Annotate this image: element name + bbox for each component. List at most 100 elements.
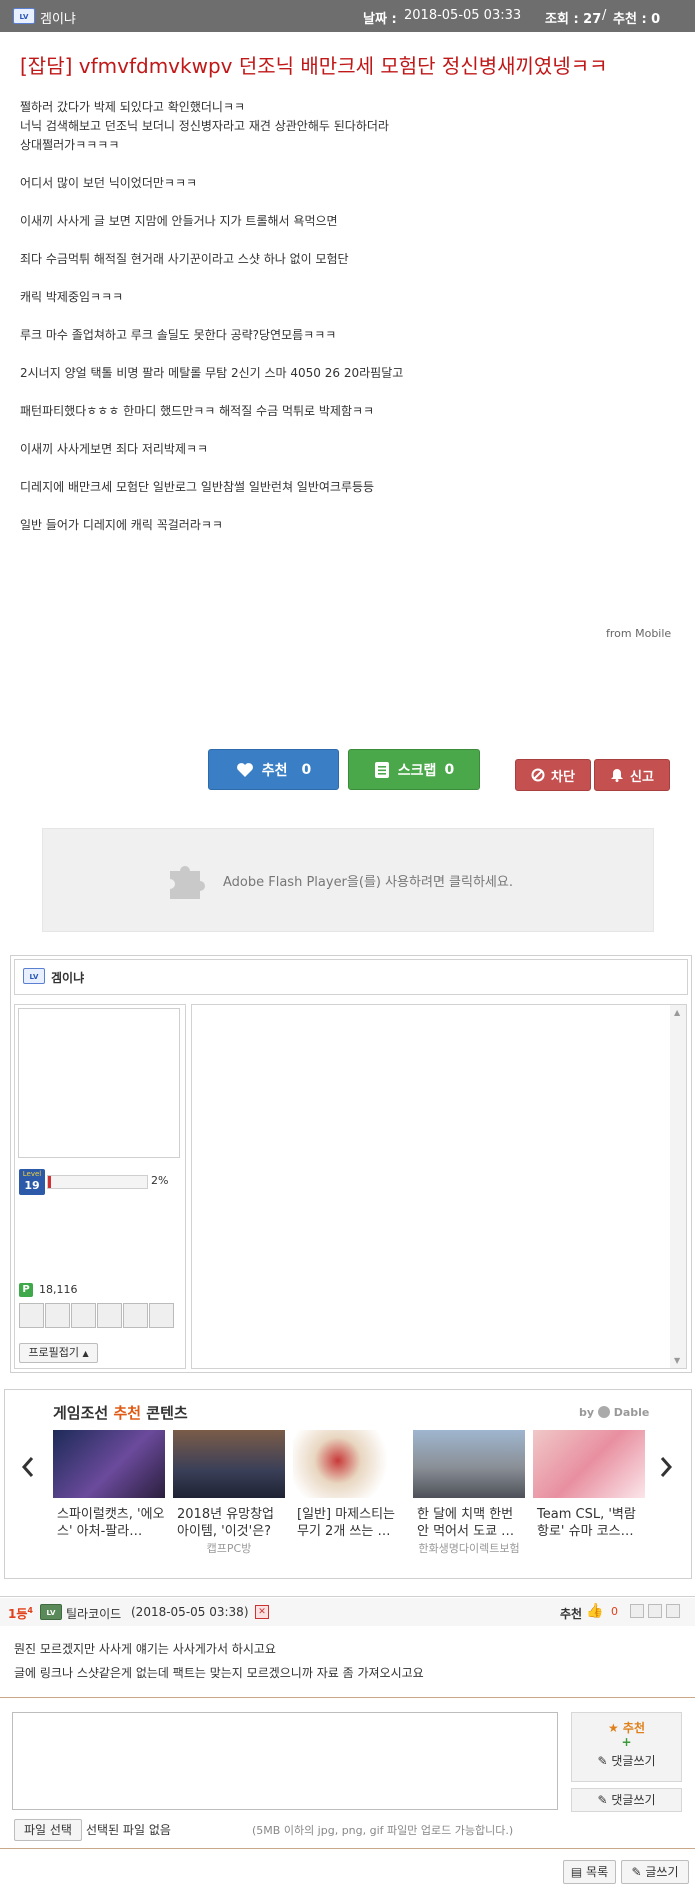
recommend-button-count: 0 — [301, 761, 312, 778]
recommended-card[interactable]: 2018년 유망창업아이템, '이것'은? 캡프PC방 — [173, 1430, 285, 1556]
prev-arrow-icon[interactable] — [21, 1456, 35, 1478]
comment-line: 글에 링크나 스샷같은게 없는데 팩트는 맞는지 모르겠으니까 자료 좀 가져오… — [14, 1666, 424, 1680]
item-slot[interactable] — [97, 1303, 122, 1328]
block-icon — [531, 768, 545, 782]
comment-author[interactable]: 틸라코이드 — [66, 1605, 121, 1622]
bell-icon — [611, 769, 624, 782]
caret-up-icon: ▲ — [82, 1349, 89, 1358]
body-line: 이새끼 사사게보면 죄다 저리박제ㅋㅋ — [20, 442, 209, 456]
list-button[interactable]: ▤ 목록 — [563, 1860, 616, 1884]
write-comment-reco[interactable]: ✎ 댓글쓰기 — [572, 1752, 681, 1769]
flash-placeholder[interactable]: Adobe Flash Player을(를) 사용하려면 클릭하세요. — [42, 828, 654, 932]
points-icon: P — [19, 1283, 33, 1297]
block-button-label: 차단 — [551, 769, 575, 785]
write-comment-button[interactable]: ✎ 댓글쓰기 — [571, 1788, 682, 1812]
experience-bar-fill — [48, 1176, 51, 1188]
post-title: [잡담] vfmvfdmvkwpv 던조닉 배만크세 모험단 정신병새끼였넹ㅋㅋ — [20, 54, 608, 78]
item-slot[interactable] — [149, 1303, 174, 1328]
profile-name[interactable]: 겜이냐 — [51, 969, 84, 986]
item-slot[interactable] — [71, 1303, 96, 1328]
next-arrow-icon[interactable] — [659, 1456, 673, 1478]
comment-body: 뭔진 모르겠지만 사사게 얘기는 사사게가서 하시고요 글에 링크나 스샷같은게… — [14, 1637, 424, 1685]
recommended-card[interactable]: 한 달에 치맥 한번 안 먹어서 도쿄 … 한화생명다이렉트보험 — [413, 1430, 525, 1556]
points-value: 18,116 — [39, 1283, 78, 1296]
from-mobile-note: from Mobile — [606, 627, 672, 640]
comment-reco-icon[interactable]: 👍 — [586, 1603, 603, 1619]
body-line: 죄다 수금먹튀 해적질 현거래 사기꾼이라고 스샷 하나 없이 모험단 — [20, 252, 349, 266]
level-icon: LV — [40, 1604, 62, 1620]
write-recommend[interactable]: ★ 추천 — [572, 1719, 681, 1736]
body-line: 패턴파티했다ㅎㅎㅎ 한마디 했드만ㅋㅋ 해적질 수금 먹튀로 박제함ㅋㅋ — [20, 404, 375, 418]
body-line — [20, 307, 660, 326]
report-button[interactable]: 신고 — [594, 759, 670, 791]
dable-brand: by Dable — [579, 1406, 650, 1419]
body-line: 루크 마수 졸업쳐하고 루크 솔딜도 못한다 공략?당연모름ㅋㅋㅋ — [20, 328, 337, 342]
post-header-bar: LV 겜이냐 날짜 : 2018-05-05 03:33 조회 : 27 / 추… — [0, 0, 695, 32]
date-label: 날짜 : — [363, 12, 397, 27]
card-thumbnail — [173, 1430, 285, 1498]
card-thumbnail — [413, 1430, 525, 1498]
comment-recommend-write-box[interactable]: ★ 추천 + ✎ 댓글쓰기 — [571, 1712, 682, 1782]
body-line — [20, 269, 660, 288]
scrollbar[interactable]: ▲ ▼ — [670, 1005, 686, 1368]
comment-textarea[interactable] — [12, 1712, 558, 1810]
card-source: 캡프PC방 — [206, 1542, 252, 1555]
scroll-down-icon[interactable]: ▼ — [674, 1356, 680, 1365]
write-post-button[interactable]: ✎ 글쓰기 — [621, 1860, 689, 1884]
author-name[interactable]: 겜이냐 — [40, 8, 76, 27]
heart-icon — [236, 762, 253, 777]
file-upload-note: (5MB 이하의 jpg, png, gif 파일만 업로드 가능합니다.) — [252, 1824, 514, 1837]
recommended-card[interactable]: [일반] 마제스티는 무기 2개 쓰는 … — [293, 1430, 405, 1540]
level-icon: LV — [13, 8, 35, 24]
profile-fold-button[interactable]: 프로필접기 ▲ — [19, 1343, 98, 1363]
recommend-button[interactable]: 추천 0 — [208, 749, 339, 790]
card-title: [일반] 마제스티는 무기 2개 쓰는 … — [297, 1507, 395, 1539]
item-slot[interactable] — [19, 1303, 44, 1328]
profile-panel-header: LV 겜이냐 — [14, 959, 688, 995]
profile-avatar-box — [18, 1008, 180, 1158]
comment-reco-count: 0 — [611, 1605, 618, 1618]
comment-action-icon[interactable] — [630, 1604, 644, 1618]
body-line — [20, 345, 660, 364]
body-line — [20, 497, 660, 516]
scroll-up-icon[interactable]: ▲ — [674, 1008, 680, 1017]
body-line: 캐릭 박제중임ㅋㅋㅋ — [20, 290, 124, 304]
item-slot[interactable] — [45, 1303, 70, 1328]
experience-percent: 2% — [151, 1174, 169, 1187]
card-source: 한화생명다이렉트보험 — [418, 1542, 520, 1555]
comment-block-icon[interactable] — [648, 1604, 662, 1618]
profile-content-frame: ▲ ▼ — [191, 1004, 687, 1369]
body-line: 너닉 검색해보고 던조닉 보더니 정신병자라고 재견 상관안해두 된다하더라 — [20, 119, 389, 133]
plus-icon: + — [621, 1735, 632, 1749]
file-status: 선택된 파일 없음 — [86, 1823, 171, 1837]
recommended-content-panel: 게임조선 추천 콘텐츠 by Dable 스파이럴캣츠, '에오스' 아처-팔라… — [4, 1389, 692, 1579]
recommended-card[interactable]: Team CSL, '벽람항로' 슈마 코스… — [533, 1430, 645, 1540]
report-button-label: 신고 — [630, 769, 654, 785]
comment-report-icon[interactable] — [666, 1604, 680, 1618]
file-select-button[interactable]: 파일 선택 — [14, 1819, 82, 1841]
delete-x-icon[interactable]: ✕ — [255, 1605, 269, 1619]
post-body: 쩔하러 갔다가 박제 되있다고 확인했더니ㅋㅋ 너닉 검색해보고 던조닉 보더니… — [20, 98, 660, 535]
views-count: 조회 : 27 — [545, 12, 602, 27]
card-title: 한 달에 치맥 한번 안 먹어서 도쿄 … — [417, 1507, 515, 1539]
body-line — [20, 421, 660, 440]
body-line: 상대쩔러가ㅋㅋㅋㅋ — [20, 138, 120, 152]
item-slot[interactable] — [123, 1303, 148, 1328]
recommend-count: 추천 : 0 — [613, 12, 661, 27]
block-button[interactable]: 차단 — [515, 759, 591, 791]
recommended-card[interactable]: 스파이럴캣츠, '에오스' 아처-팔라… — [53, 1430, 165, 1540]
comment-header: 1등4 LV 틸라코이드 (2018-05-05 03:38) ✕ 추천 👍 0 — [0, 1598, 695, 1626]
body-line: 일반 들어가 디레지에 캐릭 꼭걸러라ㅋㅋ — [20, 518, 223, 532]
recommend-button-label: 추천 — [261, 762, 288, 779]
body-line: 디레지에 배만크세 모험단 일반로그 일반참썰 일반런쳐 일반여크루등등 — [20, 480, 375, 494]
plugin-puzzle-icon — [170, 866, 205, 899]
scrap-button[interactable]: 스크랩 0 — [348, 749, 480, 790]
pencil-icon: ✎ — [597, 1754, 608, 1768]
profile-sidebar: Level 19 2% P 18,116 프로필접기 ▲ — [14, 1004, 186, 1369]
comment-line: 뭔진 모르겠지만 사사게 얘기는 사사게가서 하시고요 — [14, 1642, 276, 1656]
body-line — [20, 383, 660, 402]
card-thumbnail — [53, 1430, 165, 1498]
body-line — [20, 231, 660, 250]
card-thumbnail — [293, 1430, 405, 1498]
recommended-title: 게임조선 추천 콘텐츠 — [53, 1404, 188, 1422]
